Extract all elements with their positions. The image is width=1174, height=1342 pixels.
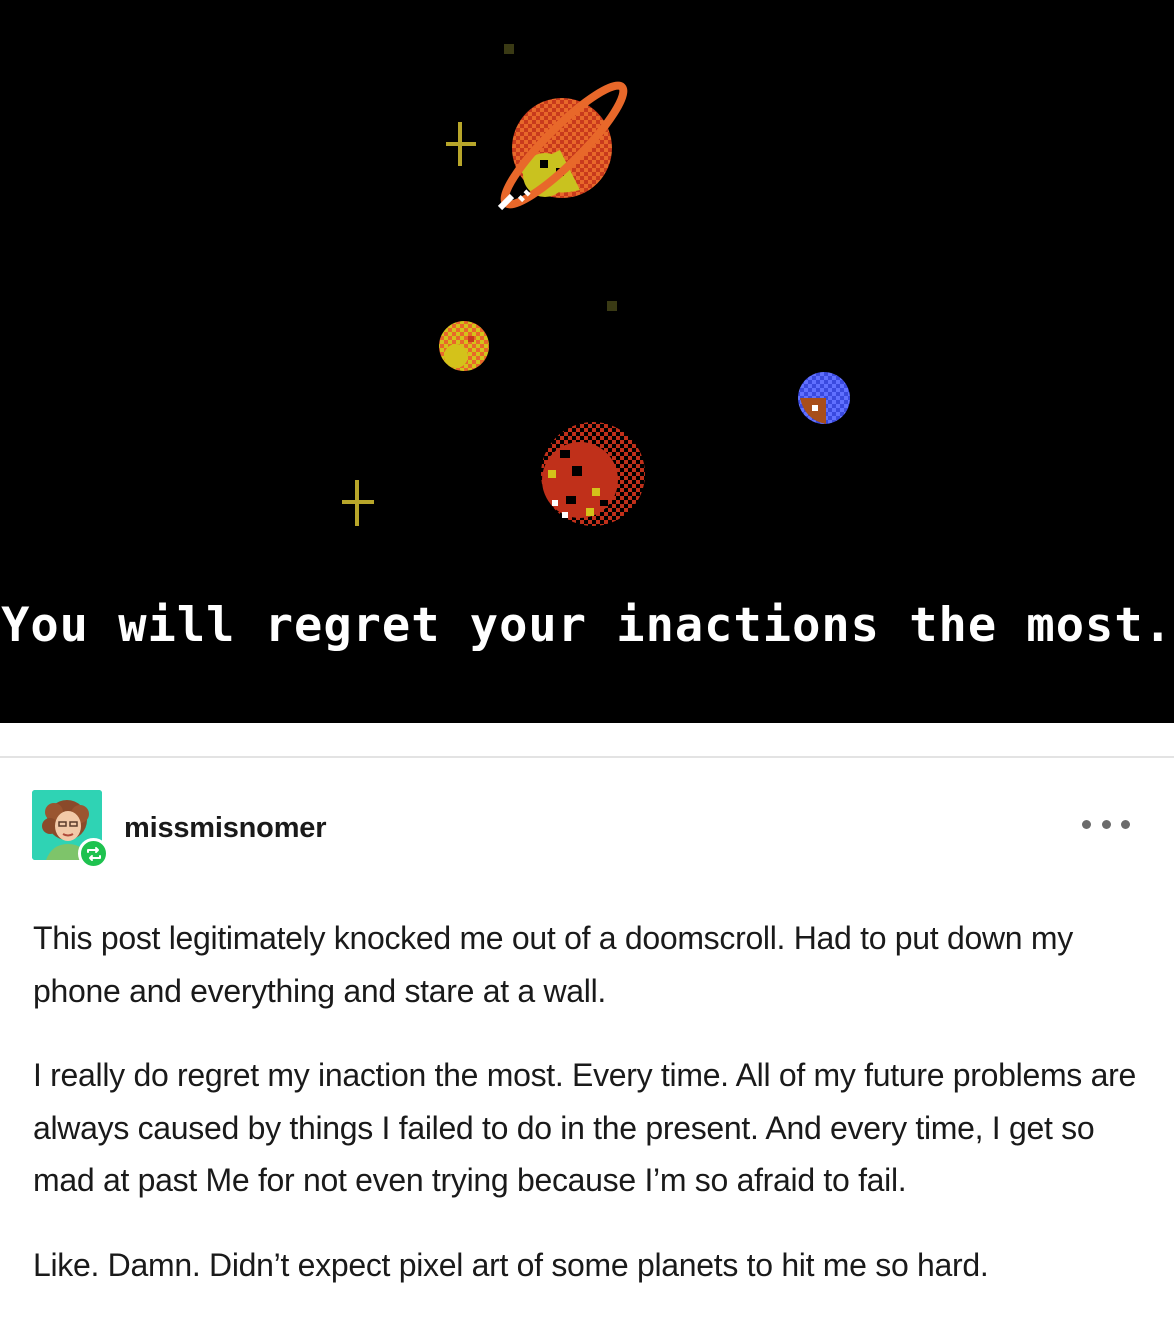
menu-dot bbox=[1082, 819, 1091, 829]
small-planet bbox=[439, 321, 489, 371]
post-paragraph: I really do regret my inaction the most.… bbox=[33, 1057, 1136, 1198]
post-body: This post legitimately knocked me out of… bbox=[33, 912, 1148, 1323]
faint-star bbox=[607, 301, 617, 311]
post-paragraph: Like. Damn. Didn’t expect pixel art of s… bbox=[33, 1246, 989, 1283]
menu-dot bbox=[1121, 819, 1130, 829]
post-image: You will regret your inactions the most. bbox=[0, 0, 1174, 723]
divider bbox=[0, 756, 1174, 758]
star-sparkle bbox=[446, 122, 476, 166]
reblog-icon bbox=[86, 846, 101, 861]
star-sparkle bbox=[342, 480, 374, 526]
image-caption: You will regret your inactions the most. bbox=[1, 598, 1173, 653]
username-link[interactable]: missmisnomer bbox=[124, 812, 327, 845]
faint-star bbox=[504, 44, 514, 54]
blue-planet bbox=[798, 372, 850, 424]
red-planet bbox=[541, 422, 645, 526]
reblog-badge bbox=[78, 838, 109, 869]
menu-dot bbox=[1101, 819, 1111, 829]
post-header: missmisnomer bbox=[32, 790, 1142, 870]
ringed-planet bbox=[497, 81, 628, 211]
more-options-icon[interactable] bbox=[1082, 810, 1130, 838]
post-paragraph: This post legitimately knocked me out of… bbox=[33, 920, 1073, 1009]
